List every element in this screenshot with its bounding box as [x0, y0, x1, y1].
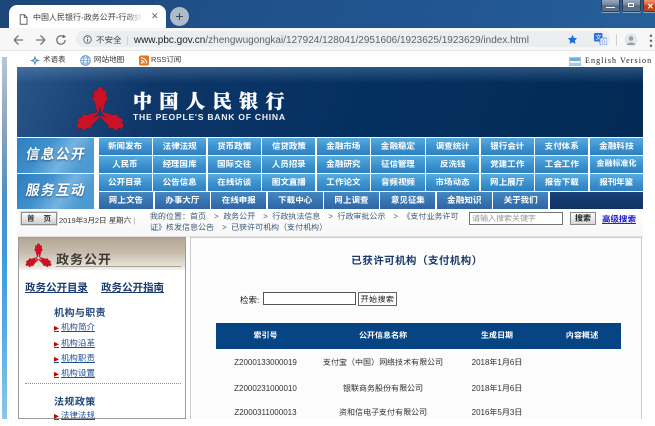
- svg-text:G: G: [601, 40, 605, 46]
